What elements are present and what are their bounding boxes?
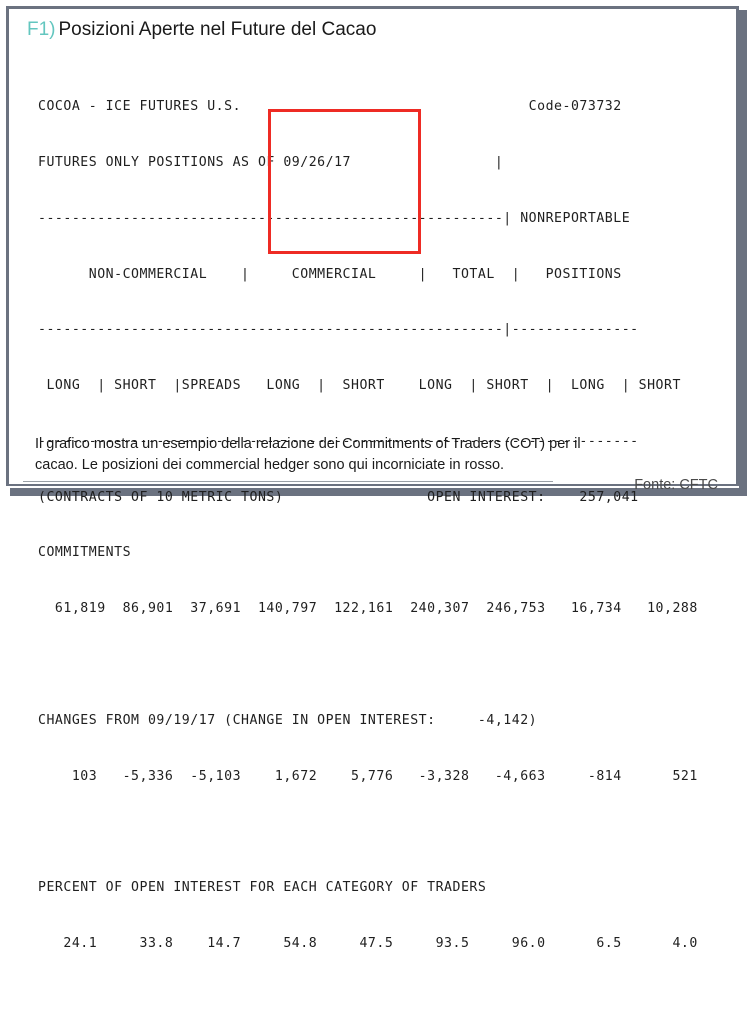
- report-line: CHANGES FROM 09/19/17 (CHANGE IN OPEN IN…: [38, 712, 538, 728]
- cot-report-text: COCOA - ICE FUTURES U.S. Code-073732 FUT…: [38, 61, 698, 1016]
- report-line: LONG | SHORT |SPREADS LONG | SHORT LONG …: [38, 378, 681, 394]
- report-line: 103 -5,336 -5,103 1,672 5,776 -3,328 -4,…: [38, 768, 698, 784]
- figure-card: F1) Posizioni Aperte nel Future del Cacao…: [6, 6, 739, 951]
- report-line: 24.1 33.8 14.7 54.8 47.5 93.5 96.0 6.5 4…: [38, 935, 698, 951]
- report-line: PERCENT OF OPEN INTEREST FOR EACH CATEGO…: [38, 880, 487, 896]
- report-line: NON-COMMERCIAL | COMMERCIAL | TOTAL | PO…: [38, 266, 622, 282]
- report-line: FUTURES ONLY POSITIONS AS OF 09/26/17 |: [38, 154, 504, 170]
- caption-divider: [23, 481, 553, 482]
- report-line: ----------------------------------------…: [38, 322, 639, 338]
- report-line-blank: [38, 823, 698, 842]
- report-line: COCOA - ICE FUTURES U.S. Code-073732: [38, 99, 622, 115]
- source-label: Fonte: CFTC: [634, 477, 718, 493]
- figure-tag: F1): [27, 19, 56, 40]
- report-line-blank: [38, 656, 698, 675]
- report-line: (CONTRACTS OF 10 METRIC TONS) OPEN INTER…: [38, 489, 639, 505]
- report-line: COMMITMENTS: [38, 545, 132, 561]
- card-shadow-right: [739, 10, 747, 496]
- report-line: 61,819 86,901 37,691 140,797 122,161 240…: [38, 601, 698, 617]
- figure-title-text: Posizioni Aperte nel Future del Cacao: [58, 19, 377, 40]
- caption-line-2: cacao. Le posizioni dei commercial hedge…: [35, 457, 505, 473]
- page-title: F1) Posizioni Aperte nel Future del Cacao: [27, 19, 376, 41]
- caption-line-1: Il grafico mostra un esempio della relaz…: [35, 436, 581, 452]
- report-line-blank: [38, 991, 698, 1010]
- report-line: ----------------------------------------…: [38, 210, 631, 226]
- figure-caption: Il grafico mostra un esempio della relaz…: [35, 434, 715, 476]
